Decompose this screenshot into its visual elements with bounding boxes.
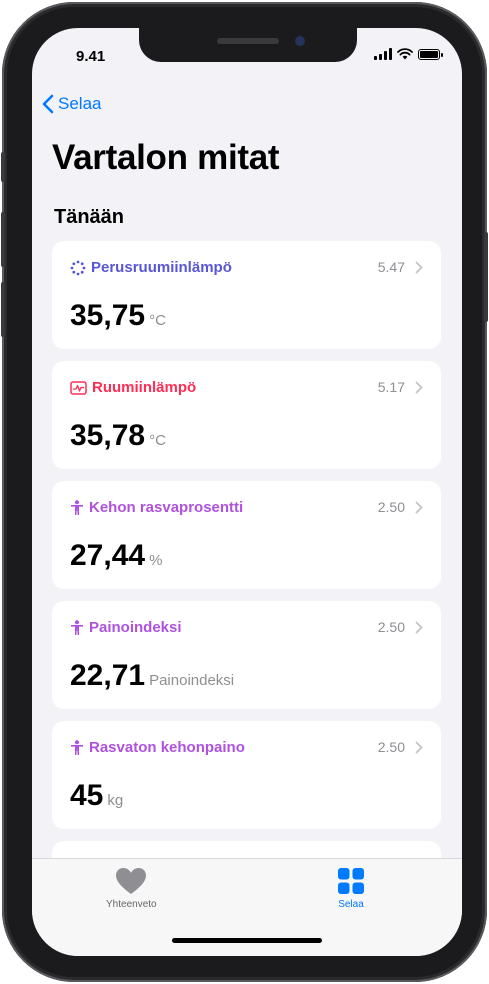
card-unit: Painoindeksi — [149, 672, 235, 689]
screen: 9.41 Selaa Vartalon mitat Tänään Perusru… — [32, 28, 462, 956]
signal-icon — [374, 48, 392, 60]
status-icons — [374, 48, 443, 60]
home-indicator[interactable] — [172, 938, 322, 943]
card-unit: °C — [149, 432, 166, 449]
thermometer-chart-icon — [70, 380, 87, 395]
notch — [139, 28, 357, 62]
card-unit: % — [149, 552, 163, 569]
card-label: Ruumiinlämpö — [92, 379, 197, 396]
phone-frame: 9.41 Selaa Vartalon mitat Tänään Perusru… — [1, 2, 488, 982]
card-label: Painoindeksi — [89, 619, 182, 636]
card-body-fat-percentage[interactable]: Kehon rasvaprosentti 2.50 27,44 % — [52, 481, 441, 589]
front-camera — [295, 36, 305, 46]
speaker — [217, 38, 279, 44]
body-figure-icon — [70, 499, 84, 516]
card-label: Perusruumiinlämpö — [91, 259, 232, 276]
card-value: 35,78 — [70, 419, 146, 452]
wifi-icon — [397, 48, 413, 60]
card-label: Rasvaton kehonpaino — [89, 739, 245, 756]
card-label: Kehon rasvaprosentti — [89, 499, 244, 516]
volume-down-button — [1, 282, 5, 337]
body-figure-icon — [70, 619, 84, 636]
card-unit: °C — [149, 312, 166, 329]
chevron-right-icon — [415, 261, 423, 273]
card-lean-body-mass[interactable]: Rasvaton kehonpaino 2.50 45 kg — [52, 721, 441, 829]
card-time: 2.50 — [377, 619, 405, 635]
tab-browse[interactable]: Selaa — [337, 867, 365, 910]
back-button[interactable]: Selaa — [42, 94, 101, 114]
chevron-right-icon — [415, 621, 423, 633]
card-basal-temperature[interactable]: Perusruumiinlämpö 5.47 35,75 °C — [52, 241, 441, 349]
tab-browse-label: Selaa — [338, 899, 364, 910]
card-value: 45 — [70, 779, 104, 812]
page-title: Vartalon mitat — [52, 138, 280, 177]
power-button — [484, 232, 488, 322]
card-body-mass-index[interactable]: Painoindeksi 2.50 22,71 Painoindeksi — [52, 601, 441, 709]
volume-up-button — [1, 212, 5, 267]
tab-summary-label: Yhteenveto — [106, 899, 157, 910]
chevron-right-icon — [415, 501, 423, 513]
card-value: 27,44 — [70, 539, 146, 572]
card-time: 2.50 — [377, 499, 405, 515]
battery-icon — [418, 48, 443, 60]
heart-icon — [116, 868, 147, 894]
card-time: 5.17 — [377, 379, 405, 395]
body-figure-icon — [70, 739, 84, 756]
chevron-left-icon — [42, 94, 54, 114]
card-value: 35,75 — [70, 299, 146, 332]
chevron-right-icon — [415, 741, 423, 753]
chevron-right-icon — [415, 381, 423, 393]
back-label: Selaa — [58, 94, 102, 113]
side-button — [1, 152, 5, 182]
card-value: 22,71 — [70, 659, 146, 692]
card-body-temperature[interactable]: Ruumiinlämpö 5.17 35,78 °C — [52, 361, 441, 469]
tab-summary[interactable]: Yhteenveto — [106, 867, 157, 910]
grid-icon — [338, 868, 364, 894]
card-time: 2.50 — [377, 739, 405, 755]
status-time: 9.41 — [76, 48, 106, 65]
section-header: Tänään — [54, 206, 125, 228]
card-time: 5.47 — [377, 259, 405, 275]
sparkle-icon — [70, 260, 86, 276]
card-unit: kg — [107, 792, 124, 809]
